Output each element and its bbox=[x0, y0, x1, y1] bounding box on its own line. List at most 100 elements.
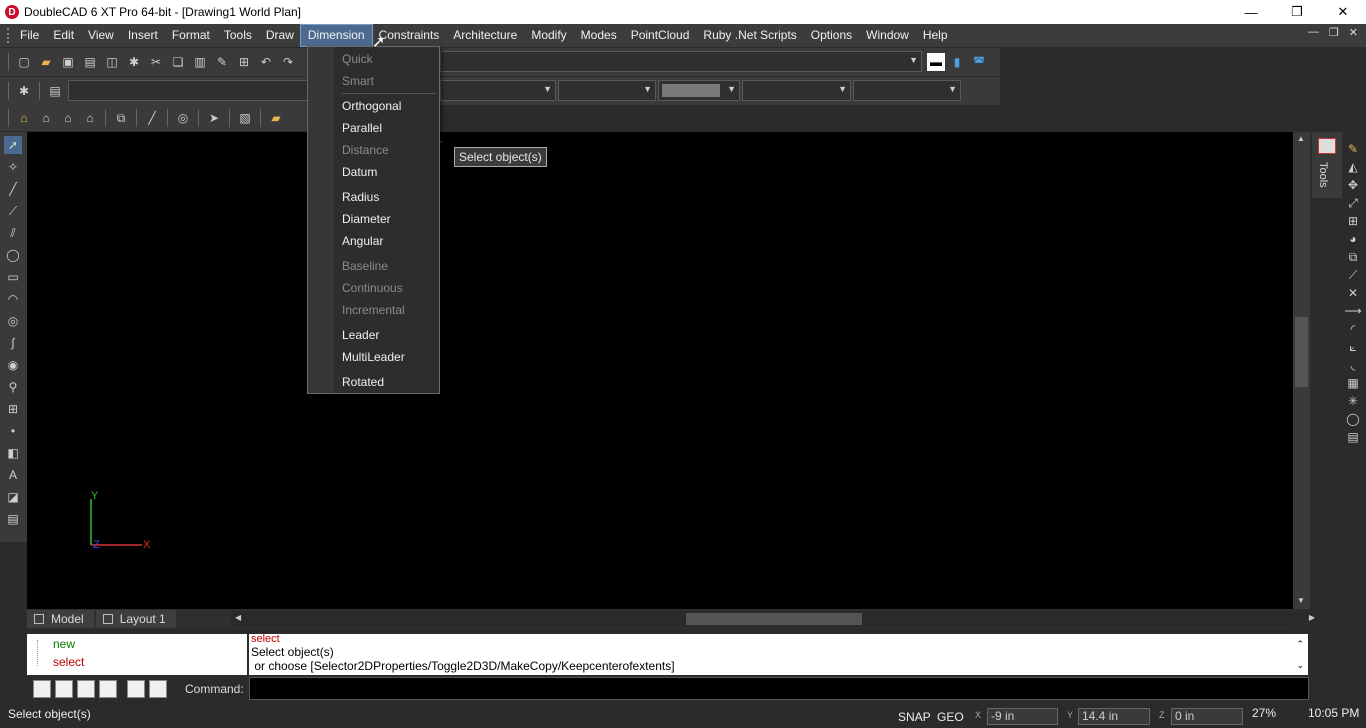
views-icon[interactable]: ⧉ bbox=[112, 109, 130, 127]
menu-draw[interactable]: Draw bbox=[259, 25, 301, 46]
menu-pointcloud[interactable]: PointCloud bbox=[624, 25, 697, 46]
move-icon[interactable]: ✥ bbox=[1344, 176, 1362, 194]
house-icon[interactable]: ⌂ bbox=[37, 109, 55, 127]
mirror-icon[interactable]: ◭ bbox=[1344, 158, 1362, 176]
tab-layout-1[interactable]: Layout 1 bbox=[95, 610, 176, 628]
linetype-combo[interactable]: ▼ bbox=[558, 80, 656, 101]
menu-item-rotated[interactable]: Rotated bbox=[342, 375, 384, 389]
print-object-icon[interactable]: ▤ bbox=[1344, 428, 1362, 446]
horizontal-scrollbar[interactable]: ◀ ▶ bbox=[231, 611, 1319, 627]
house-view-icon[interactable]: ⌂ bbox=[15, 109, 33, 127]
cut-icon[interactable]: ✂ bbox=[147, 53, 165, 71]
menu-item-radius[interactable]: Radius bbox=[342, 190, 379, 204]
house-shaded-icon[interactable]: ⌂ bbox=[59, 109, 77, 127]
lineweight-combo[interactable]: ▼ bbox=[742, 80, 851, 101]
menu-modes[interactable]: Modes bbox=[574, 25, 624, 46]
property-combo-1[interactable] bbox=[68, 80, 308, 101]
doc-minimize-button[interactable]: — bbox=[1308, 26, 1319, 39]
arc-icon[interactable]: ◠ bbox=[4, 290, 22, 308]
menu-view[interactable]: View bbox=[81, 25, 121, 46]
scale-icon[interactable]: ⤢ bbox=[1344, 194, 1362, 212]
menu-format[interactable]: Format bbox=[165, 25, 217, 46]
save-icon[interactable]: ▣ bbox=[59, 53, 77, 71]
grid-icon[interactable]: ⊞ bbox=[4, 400, 22, 418]
mode-button-5[interactable] bbox=[127, 680, 145, 698]
redo-icon[interactable]: ↷ bbox=[279, 53, 297, 71]
menu-item-leader[interactable]: Leader bbox=[342, 328, 379, 342]
array-icon[interactable]: ⊞ bbox=[1344, 212, 1362, 230]
menu-item-parallel[interactable]: Parallel bbox=[342, 121, 382, 135]
layer-combo[interactable]: ▼ bbox=[440, 51, 922, 72]
menu-modify[interactable]: Modify bbox=[524, 25, 573, 46]
y-coordinate-field[interactable]: 14.4 in bbox=[1078, 708, 1150, 725]
scroll-right-icon[interactable]: ▶ bbox=[1309, 613, 1315, 622]
output-scroll-down-icon[interactable]: ⌄ bbox=[1296, 658, 1304, 672]
snap-target-button[interactable] bbox=[149, 680, 167, 698]
book-icon[interactable]: ▮ bbox=[948, 53, 966, 71]
minimize-button[interactable]: — bbox=[1228, 0, 1274, 24]
corner-icon[interactable]: ◟ bbox=[1344, 356, 1362, 374]
history-item-new[interactable]: new bbox=[53, 637, 75, 651]
color-combo[interactable]: ▼ bbox=[658, 80, 740, 101]
x-coordinate-field[interactable]: -9 in bbox=[987, 708, 1058, 725]
menu-item-datum[interactable]: Datum bbox=[342, 165, 377, 179]
geo-toggle[interactable]: GEO bbox=[937, 710, 964, 724]
menu-dimension[interactable]: Dimension bbox=[299, 24, 373, 47]
menu-edit[interactable]: Edit bbox=[46, 25, 81, 46]
gear-icon[interactable]: ✱ bbox=[15, 82, 33, 100]
close-button[interactable]: ✕ bbox=[1320, 0, 1366, 24]
menu-ruby-net-scripts[interactable]: Ruby .Net Scripts bbox=[696, 25, 803, 46]
menu-help[interactable]: Help bbox=[916, 25, 955, 46]
snap-toggle[interactable]: SNAP bbox=[898, 710, 931, 724]
doc-close-button[interactable]: ✕ bbox=[1349, 26, 1358, 39]
select-pointer-icon[interactable]: ➚ bbox=[4, 136, 22, 154]
line-tool-icon[interactable]: ╱ bbox=[143, 109, 161, 127]
command-history-tree[interactable]: new select bbox=[27, 634, 247, 675]
vertical-scrollbar[interactable]: ▲ ▼ bbox=[1293, 132, 1310, 609]
point-icon[interactable]: • bbox=[4, 422, 22, 440]
eye-icon[interactable]: ◉ bbox=[4, 356, 22, 374]
explode-icon[interactable]: ✳ bbox=[1344, 392, 1362, 410]
paste-icon[interactable]: ▥ bbox=[191, 53, 209, 71]
double-line-icon[interactable]: ⫽ bbox=[4, 224, 22, 242]
menu-insert[interactable]: Insert bbox=[121, 25, 165, 46]
output-scroll-up-icon[interactable]: ⌃ bbox=[1296, 637, 1304, 651]
copy-objects-icon[interactable]: ⧉ bbox=[1344, 248, 1362, 266]
polyline-icon[interactable]: ⟋ bbox=[4, 202, 22, 220]
group-icon[interactable]: ▦ bbox=[1344, 374, 1362, 392]
restore-button[interactable]: ❐ bbox=[1274, 0, 1320, 24]
spline-icon[interactable]: ∫ bbox=[4, 334, 22, 352]
insert-block-icon[interactable]: ◪ bbox=[4, 488, 22, 506]
tools-panel-tab[interactable]: Tools bbox=[1312, 132, 1342, 198]
menu-item-orthogonal[interactable]: Orthogonal bbox=[342, 99, 401, 113]
eraser-icon[interactable]: ✎ bbox=[1344, 140, 1362, 158]
menu-architecture[interactable]: Architecture bbox=[446, 25, 524, 46]
menu-window[interactable]: Window bbox=[859, 25, 916, 46]
vertical-scroll-thumb[interactable] bbox=[1295, 317, 1308, 387]
fill-icon[interactable]: ◕ bbox=[1344, 230, 1362, 248]
open-folder-icon[interactable]: ▰ bbox=[37, 53, 55, 71]
extend-icon[interactable]: ⟶ bbox=[1344, 302, 1362, 320]
z-coordinate-field[interactable]: 0 in bbox=[1171, 708, 1243, 725]
format-painter-icon[interactable]: ✎ bbox=[213, 53, 231, 71]
properties-icon[interactable]: ⊞ bbox=[235, 53, 253, 71]
settings-gear-icon[interactable]: ✱ bbox=[125, 53, 143, 71]
command-input[interactable] bbox=[249, 677, 1309, 700]
arrow-tool-icon[interactable]: ➤ bbox=[205, 109, 223, 127]
horizontal-scroll-thumb[interactable] bbox=[686, 613, 862, 625]
trim-icon[interactable]: ✕ bbox=[1344, 284, 1362, 302]
stretch-icon[interactable]: ⟋ bbox=[1344, 266, 1362, 284]
menu-item-diameter[interactable]: Diameter bbox=[342, 212, 391, 226]
printer-icon[interactable]: ▤ bbox=[46, 82, 64, 100]
scroll-left-icon[interactable]: ◀ bbox=[235, 613, 241, 622]
ellipse-icon[interactable]: ◎ bbox=[4, 312, 22, 330]
circle-icon[interactable]: ◯ bbox=[4, 246, 22, 264]
folder-insert-icon[interactable]: ▰ bbox=[267, 109, 285, 127]
chamfer-icon[interactable]: ⟀ bbox=[1344, 338, 1362, 356]
mode-button-1[interactable] bbox=[33, 680, 51, 698]
fillet-icon[interactable]: ◜ bbox=[1344, 320, 1362, 338]
blocks-icon[interactable]: ◧ bbox=[4, 444, 22, 462]
menu-item-multileader[interactable]: MultiLeader bbox=[342, 350, 405, 364]
menu-file[interactable]: File bbox=[13, 25, 46, 46]
hatch-icon[interactable]: ▧ bbox=[236, 109, 254, 127]
